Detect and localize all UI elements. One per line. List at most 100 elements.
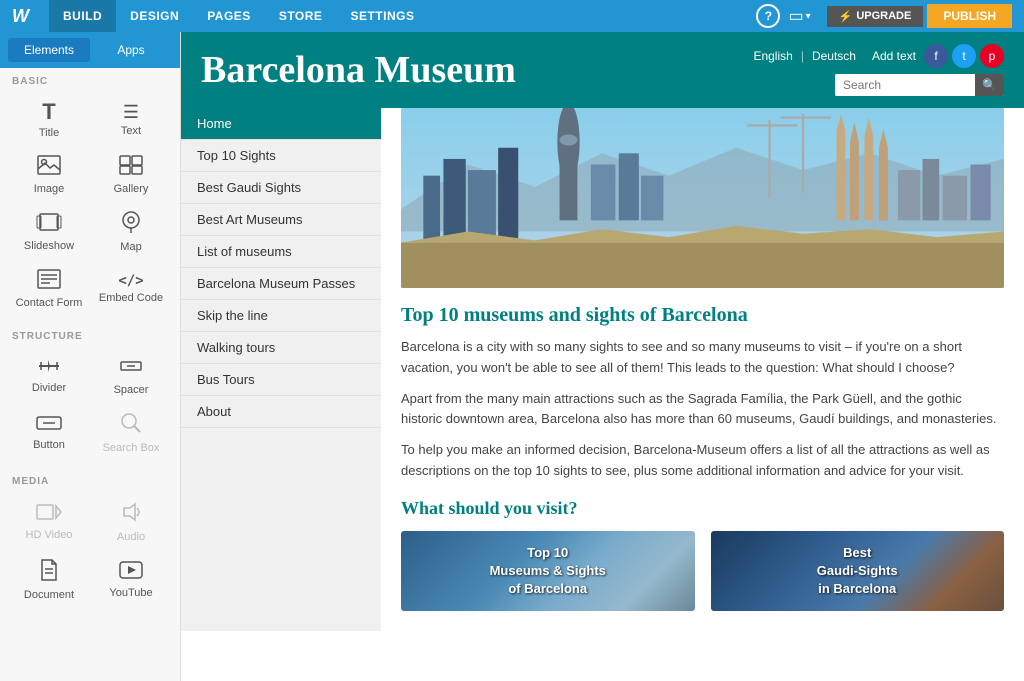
- audio-label: Audio: [117, 531, 145, 543]
- element-search-box[interactable]: Search Box: [90, 402, 172, 460]
- document-icon: [40, 559, 58, 585]
- youtube-label: YouTube: [109, 587, 152, 599]
- sidebar-tabs: Elements Apps: [0, 32, 180, 68]
- element-gallery[interactable]: Gallery: [90, 145, 172, 201]
- publish-button[interactable]: PUBLISH: [927, 4, 1012, 28]
- para2: Apart from the many main attractions suc…: [401, 389, 1004, 431]
- nav-walking-tours[interactable]: Walking tours: [181, 332, 381, 364]
- map-icon: [120, 211, 142, 237]
- section-structure-label: STRUCTURE: [0, 323, 180, 346]
- nav-pages[interactable]: PAGES: [193, 0, 265, 32]
- nav-build[interactable]: BUILD: [49, 0, 116, 32]
- hero-image: [401, 108, 1004, 288]
- divider-icon: [37, 358, 61, 378]
- nav-passes[interactable]: Barcelona Museum Passes: [181, 268, 381, 300]
- tab-elements[interactable]: Elements: [8, 38, 90, 62]
- card2-text: BestGaudi-Sightsin Barcelona: [817, 544, 898, 599]
- nav-art-museums[interactable]: Best Art Museums: [181, 204, 381, 236]
- text-label: Text: [121, 125, 141, 137]
- section-media-label: MEDIA: [0, 468, 180, 491]
- nav-skip-line[interactable]: Skip the line: [181, 300, 381, 332]
- gallery-label: Gallery: [114, 183, 149, 195]
- nav-store[interactable]: STORE: [265, 0, 337, 32]
- element-hd-video[interactable]: HD Video: [8, 491, 90, 549]
- element-text[interactable]: ☰ Text: [90, 91, 172, 145]
- audio-icon: [120, 501, 142, 527]
- nav-settings[interactable]: SETTINGS: [336, 0, 428, 32]
- element-audio[interactable]: Audio: [90, 491, 172, 549]
- search-input[interactable]: [835, 74, 975, 96]
- hd-video-icon: [36, 503, 62, 525]
- nav-home[interactable]: Home: [181, 108, 381, 140]
- twitter-icon[interactable]: t: [952, 44, 976, 68]
- sub-heading: What should you visit?: [401, 498, 1004, 519]
- embed-code-label: Embed Code: [99, 292, 163, 304]
- hd-video-label: HD Video: [26, 529, 73, 541]
- nav-design[interactable]: DESIGN: [116, 0, 193, 32]
- nav-bus-tours[interactable]: Bus Tours: [181, 364, 381, 396]
- element-image[interactable]: Image: [8, 145, 90, 201]
- contact-form-label: Contact Form: [16, 297, 83, 309]
- para3: To help you make an informed decision, B…: [401, 440, 1004, 482]
- slideshow-label: Slideshow: [24, 240, 74, 252]
- lang-english[interactable]: English: [753, 49, 792, 63]
- website-frame: Barcelona Museum English | Deutsch Add t…: [181, 32, 1024, 681]
- card-gaudi[interactable]: BestGaudi-Sightsin Barcelona: [711, 531, 1005, 611]
- element-embed-code[interactable]: </> Embed Code: [90, 259, 172, 315]
- nav-gaudi[interactable]: Best Gaudi Sights: [181, 172, 381, 204]
- site-nav-left: Home Top 10 Sights Best Gaudi Sights Bes…: [181, 108, 381, 631]
- site-content: Top 10 museums and sights of Barcelona B…: [381, 108, 1024, 631]
- website-area: Barcelona Museum English | Deutsch Add t…: [181, 32, 1024, 681]
- search-bar: 🔍: [835, 74, 1004, 96]
- tab-apps[interactable]: Apps: [90, 38, 172, 62]
- element-document[interactable]: Document: [8, 549, 90, 607]
- button-label: Button: [33, 439, 65, 451]
- element-divider[interactable]: Divider: [8, 346, 90, 402]
- card2-overlay: BestGaudi-Sightsin Barcelona: [711, 531, 1005, 611]
- element-spacer[interactable]: Spacer: [90, 346, 172, 402]
- left-sidebar: Elements Apps BASIC T Title ☰ Text Image: [0, 32, 181, 681]
- structure-elements-grid: Divider Spacer Button Search Box: [0, 346, 180, 468]
- nav-about[interactable]: About: [181, 396, 381, 428]
- site-lang-bar: English | Deutsch Add text f t p: [753, 44, 1004, 68]
- nav-top10sights[interactable]: Top 10 Sights: [181, 140, 381, 172]
- para1: Barcelona is a city with so many sights …: [401, 337, 1004, 379]
- search-button[interactable]: 🔍: [975, 74, 1004, 96]
- card1-overlay: Top 10Museums & Sightsof Barcelona: [401, 531, 695, 611]
- monitor-button[interactable]: ▭▾: [788, 6, 810, 26]
- element-slideshow[interactable]: Slideshow: [8, 201, 90, 259]
- facebook-icon[interactable]: f: [924, 44, 948, 68]
- embed-code-icon: </>: [118, 274, 143, 288]
- title-label: Title: [39, 127, 59, 139]
- button-icon: [36, 415, 62, 435]
- top-nav: W BUILD DESIGN PAGES STORE SETTINGS ? ▭▾…: [0, 0, 1024, 32]
- youtube-icon: [119, 561, 143, 583]
- upgrade-button[interactable]: ⚡UPGRADE: [827, 6, 924, 27]
- help-button[interactable]: ?: [756, 4, 780, 28]
- element-youtube[interactable]: YouTube: [90, 549, 172, 607]
- site-header: Barcelona Museum English | Deutsch Add t…: [181, 32, 1024, 108]
- search-box-label: Search Box: [103, 442, 160, 454]
- title-icon: T: [42, 101, 55, 123]
- spacer-label: Spacer: [114, 384, 149, 396]
- basic-elements-grid: T Title ☰ Text Image Gallery: [0, 91, 180, 323]
- media-elements-grid: HD Video Audio Document YouTube: [0, 491, 180, 615]
- section-basic-label: BASIC: [0, 68, 180, 91]
- main-layout: Elements Apps BASIC T Title ☰ Text Image: [0, 32, 1024, 681]
- element-title[interactable]: T Title: [8, 91, 90, 145]
- search-box-icon: [120, 412, 142, 438]
- card-grid: Top 10Museums & Sightsof Barcelona BestG…: [401, 531, 1004, 611]
- card-top10[interactable]: Top 10Museums & Sightsof Barcelona: [401, 531, 695, 611]
- element-contact-form[interactable]: Contact Form: [8, 259, 90, 315]
- element-button[interactable]: Button: [8, 402, 90, 460]
- contact-form-icon: [37, 269, 61, 293]
- add-text-label[interactable]: Add text: [872, 49, 916, 63]
- nav-list-museums[interactable]: List of museums: [181, 236, 381, 268]
- element-map[interactable]: Map: [90, 201, 172, 259]
- text-icon: ☰: [123, 103, 139, 121]
- lang-deutsch[interactable]: Deutsch: [812, 49, 856, 63]
- pinterest-icon[interactable]: p: [980, 44, 1004, 68]
- map-label: Map: [120, 241, 141, 253]
- slideshow-icon: [36, 212, 62, 236]
- main-heading: Top 10 museums and sights of Barcelona: [401, 304, 1004, 327]
